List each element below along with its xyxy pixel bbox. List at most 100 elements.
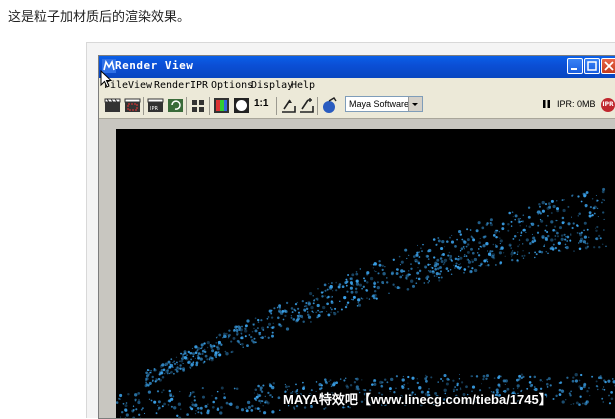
particle xyxy=(553,244,555,246)
rgb-channel-icon[interactable] xyxy=(213,97,230,114)
particle xyxy=(321,384,323,386)
ipr-render-icon[interactable]: IPR xyxy=(147,97,164,114)
particle xyxy=(555,230,557,232)
particle xyxy=(254,392,255,393)
menu-render[interactable]: Render xyxy=(154,80,190,91)
title-bar[interactable]: Render View xyxy=(99,56,615,78)
particle xyxy=(215,397,218,400)
particle xyxy=(381,281,384,284)
close-button[interactable] xyxy=(601,58,615,74)
particle xyxy=(603,386,604,387)
particle xyxy=(567,222,570,225)
render-canvas[interactable] xyxy=(116,129,615,418)
particle xyxy=(137,401,140,404)
particle xyxy=(164,373,165,374)
minimize-button[interactable] xyxy=(567,58,583,74)
particle xyxy=(545,203,547,205)
particle xyxy=(534,376,537,379)
particle xyxy=(337,311,339,313)
particle xyxy=(145,382,146,383)
particle xyxy=(588,387,589,388)
particle xyxy=(582,193,584,195)
particle xyxy=(450,269,451,270)
particle xyxy=(234,329,236,331)
particle xyxy=(257,385,260,388)
particle xyxy=(435,244,437,246)
particle xyxy=(459,374,460,375)
particle xyxy=(526,238,529,241)
menu-ipr[interactable]: IPR xyxy=(190,80,208,91)
particle xyxy=(417,378,418,379)
particle xyxy=(577,195,579,197)
particle xyxy=(564,222,565,223)
particle xyxy=(182,367,185,370)
particle xyxy=(380,385,383,388)
particle xyxy=(487,264,489,266)
particle xyxy=(405,277,407,279)
particle xyxy=(116,401,118,404)
particle xyxy=(449,237,451,239)
particle xyxy=(295,384,297,386)
particle xyxy=(544,230,546,232)
menu-help[interactable]: Help xyxy=(291,80,315,91)
particle xyxy=(602,401,604,403)
particle xyxy=(517,232,518,233)
particle xyxy=(551,212,553,214)
alpha-channel-icon[interactable] xyxy=(233,97,250,114)
particle xyxy=(426,255,429,258)
particle xyxy=(443,374,446,377)
particle xyxy=(248,406,251,409)
particle xyxy=(170,358,172,360)
particle xyxy=(558,242,561,245)
particle-render-image xyxy=(116,129,615,418)
particle xyxy=(505,384,506,385)
particle xyxy=(416,272,419,275)
particle xyxy=(241,343,244,346)
particle xyxy=(312,312,313,313)
particle xyxy=(176,357,177,358)
refresh-ipr-icon[interactable] xyxy=(167,97,184,114)
particle xyxy=(523,229,526,232)
keep-image-icon[interactable] xyxy=(280,97,297,114)
tag-icon[interactable] xyxy=(321,97,338,114)
renderer-dropdown[interactable]: Maya Software xyxy=(345,96,423,112)
redo-render-icon[interactable] xyxy=(104,97,121,114)
particle xyxy=(190,358,192,360)
mouse-cursor-icon xyxy=(100,70,114,90)
pause-icon[interactable] xyxy=(543,100,551,110)
particle xyxy=(167,372,169,374)
particle xyxy=(597,208,598,209)
particle xyxy=(514,219,516,221)
particle xyxy=(331,308,333,310)
menu-options[interactable]: Options xyxy=(211,80,253,91)
menu-view[interactable]: View xyxy=(128,80,152,91)
particle xyxy=(477,252,479,254)
particle xyxy=(277,307,279,309)
particle xyxy=(261,336,264,339)
particle xyxy=(186,354,188,356)
zoom-1-1-button[interactable]: 1:1 xyxy=(254,98,271,115)
particle xyxy=(255,389,258,392)
particle xyxy=(580,238,583,241)
particle xyxy=(374,270,375,271)
menu-display[interactable]: Display xyxy=(251,80,293,91)
particle xyxy=(575,379,578,382)
particle xyxy=(222,337,223,338)
particle xyxy=(149,382,152,385)
particle xyxy=(133,406,134,407)
particle xyxy=(174,363,176,365)
particle xyxy=(429,270,432,273)
particle xyxy=(153,369,155,371)
particle xyxy=(366,289,368,291)
particle xyxy=(356,282,359,285)
particle xyxy=(302,317,303,318)
particle xyxy=(419,270,421,272)
particle xyxy=(499,231,500,232)
maximize-button[interactable] xyxy=(584,58,600,74)
particle xyxy=(258,408,260,410)
remove-image-icon[interactable] xyxy=(298,97,315,114)
snapshot-icon[interactable] xyxy=(190,97,207,114)
render-viewport xyxy=(99,119,615,418)
particle xyxy=(271,410,274,413)
render-region-icon[interactable] xyxy=(124,97,141,114)
